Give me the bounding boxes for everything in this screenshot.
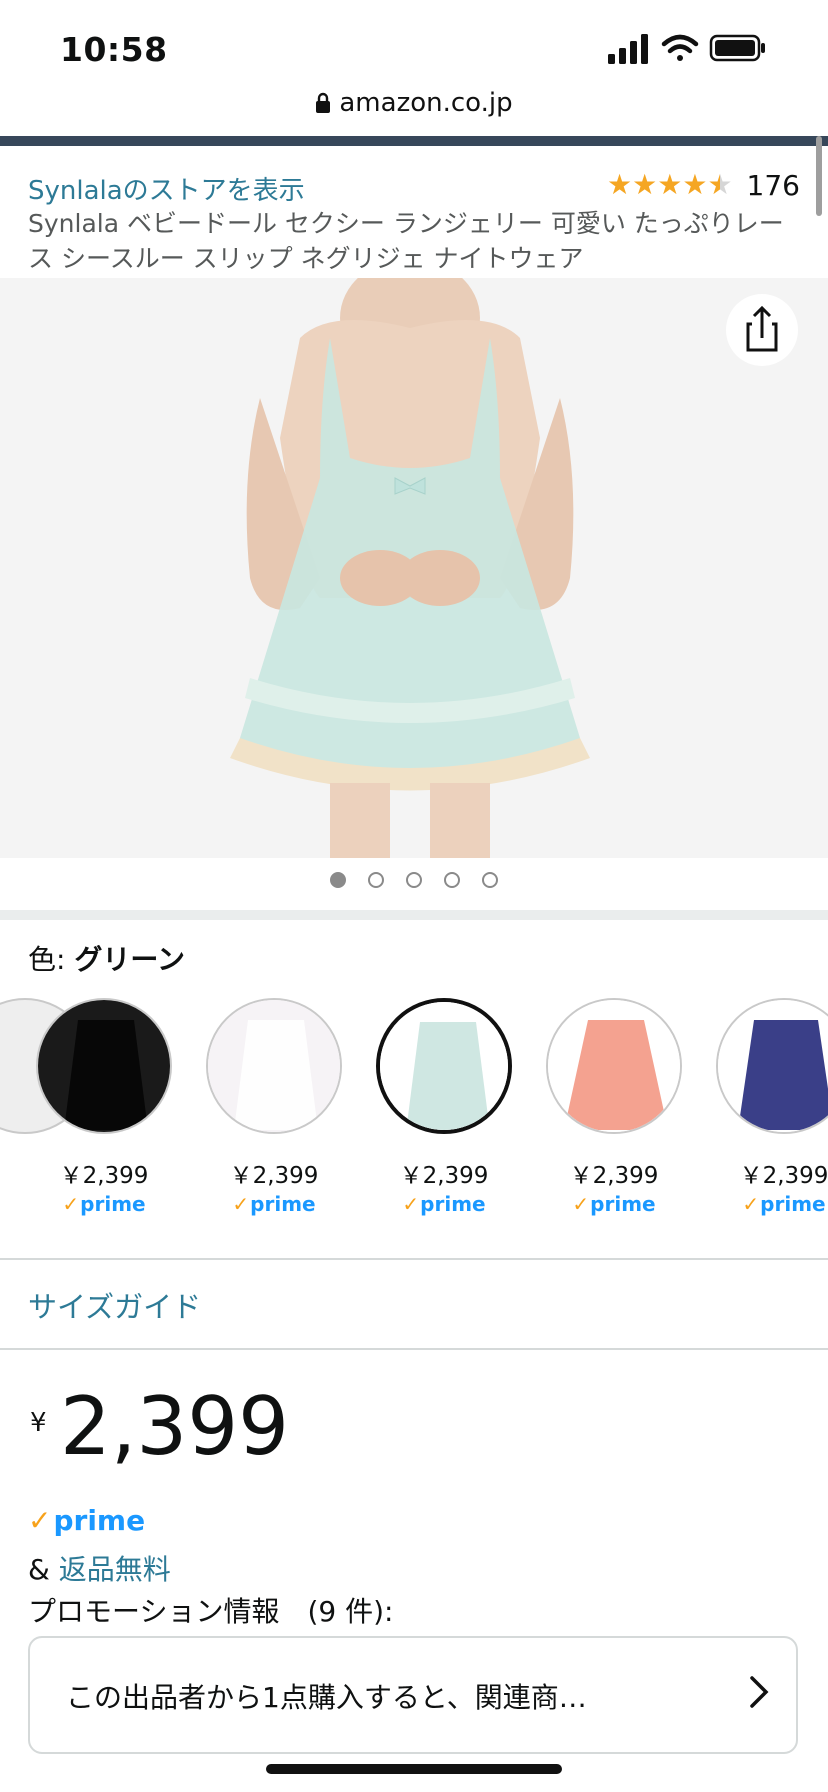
prime-check-icon: ✓ [572, 1192, 590, 1216]
prime-check-icon: ✓ [232, 1192, 250, 1216]
prime-check-icon: ✓ [62, 1192, 80, 1216]
status-bar: 10:58 [0, 0, 828, 100]
status-icons [608, 30, 828, 70]
share-button[interactable] [726, 294, 798, 366]
prime-check-icon: ✓ [742, 1192, 760, 1216]
scrollbar[interactable] [816, 136, 822, 216]
swatch-price: ￥2,399 [59, 1163, 149, 1189]
url-bar[interactable]: amazon.co.jp [0, 88, 828, 136]
promotion-card[interactable]: この出品者から1点購入すると、関連商… [28, 1636, 798, 1754]
swatch-image [546, 998, 682, 1134]
divider [0, 1348, 828, 1350]
color-swatch-selected[interactable]: ￥2,399 ✓ prime [359, 998, 529, 1216]
signal-icon [608, 34, 648, 64]
star-icon: ★ [682, 168, 708, 201]
rating-summary[interactable]: ★ ★ ★ ★ ★ 176 [607, 168, 800, 202]
star-icon: ★ [632, 168, 658, 201]
color-selected: グリーン [74, 943, 185, 976]
swatch-price: ￥2,399 [399, 1163, 489, 1189]
product-title: Synlala ベビードール セクシー ランジェリー 可愛い たっぷりレース シ… [28, 209, 784, 273]
free-returns-link[interactable]: 返品無料 [59, 1553, 171, 1586]
chevron-right-icon [748, 1674, 770, 1719]
returns-row: & 返品無料 [28, 1548, 171, 1588]
prime-badge: ✓ prime [572, 1192, 656, 1216]
price-amount: 2,399 [60, 1380, 290, 1473]
prime-check-icon: ✓ [28, 1504, 52, 1537]
prime-badge-large: ✓ prime [28, 1504, 145, 1537]
swatch-image [376, 998, 512, 1134]
section-divider [0, 910, 828, 920]
divider [0, 1258, 828, 1260]
color-swatch[interactable]: ￥2,399 ✓ prime [19, 998, 189, 1216]
size-guide-link[interactable]: サイズガイド [28, 1284, 201, 1326]
lock-icon [315, 91, 331, 121]
image-pager[interactable] [0, 872, 828, 888]
prime-badge: ✓ prime [232, 1192, 316, 1216]
swatch-image [206, 998, 342, 1134]
star-half-icon: ★ [707, 168, 733, 201]
prime-badge: ✓ prime [62, 1192, 146, 1216]
prime-badge: ✓ prime [742, 1192, 826, 1216]
battery-icon [709, 34, 765, 62]
prime-badge: ✓ prime [402, 1192, 486, 1216]
color-label-row: 色: グリーン [28, 938, 185, 978]
star-icon: ★ [607, 168, 633, 201]
pager-dot[interactable] [482, 872, 498, 888]
rating-count: 176 [746, 168, 800, 202]
share-icon [746, 305, 778, 352]
swatch-image [716, 998, 828, 1134]
wifi-icon [661, 34, 699, 61]
price-symbol: ¥ [30, 1408, 47, 1438]
pager-dot[interactable] [406, 872, 422, 888]
returns-prefix: & [28, 1553, 50, 1586]
store-link[interactable]: Synlalaのストアを表示 [28, 170, 305, 207]
swatch-price: ￥2,399 [569, 1163, 659, 1189]
header-divider [0, 136, 828, 146]
color-swatch[interactable]: ￥2,399 ✓ prime [699, 998, 828, 1216]
home-indicator[interactable] [266, 1764, 562, 1774]
pager-dot[interactable] [444, 872, 460, 888]
swatch-price: ￥2,399 [739, 1163, 828, 1189]
color-label: 色: [28, 943, 66, 976]
promotion-text: この出品者から1点購入すると、関連商… [66, 1681, 587, 1714]
swatch-price: ￥2,399 [229, 1163, 319, 1189]
url-text: amazon.co.jp [339, 88, 513, 118]
color-swatch[interactable]: ￥2,399 ✓ prime [529, 998, 699, 1216]
swatch-image [36, 998, 172, 1134]
pager-dot[interactable] [330, 872, 346, 888]
pager-dot[interactable] [368, 872, 384, 888]
prime-check-icon: ✓ [402, 1192, 420, 1216]
rating-stars: ★ ★ ★ ★ ★ [607, 171, 733, 199]
prime-label: prime [53, 1504, 146, 1537]
color-swatches: ￥2,399 ✓ prime ￥2,399 ✓ prime ￥2,399 ✓ prim… [0, 998, 828, 1218]
promotion-header: プロモーション情報 (9 件): [28, 1595, 394, 1628]
star-icon: ★ [657, 168, 683, 201]
status-time: 10:58 [60, 30, 168, 69]
product-image[interactable] [0, 278, 828, 858]
color-swatch[interactable]: ￥2,399 ✓ prime [189, 998, 359, 1216]
